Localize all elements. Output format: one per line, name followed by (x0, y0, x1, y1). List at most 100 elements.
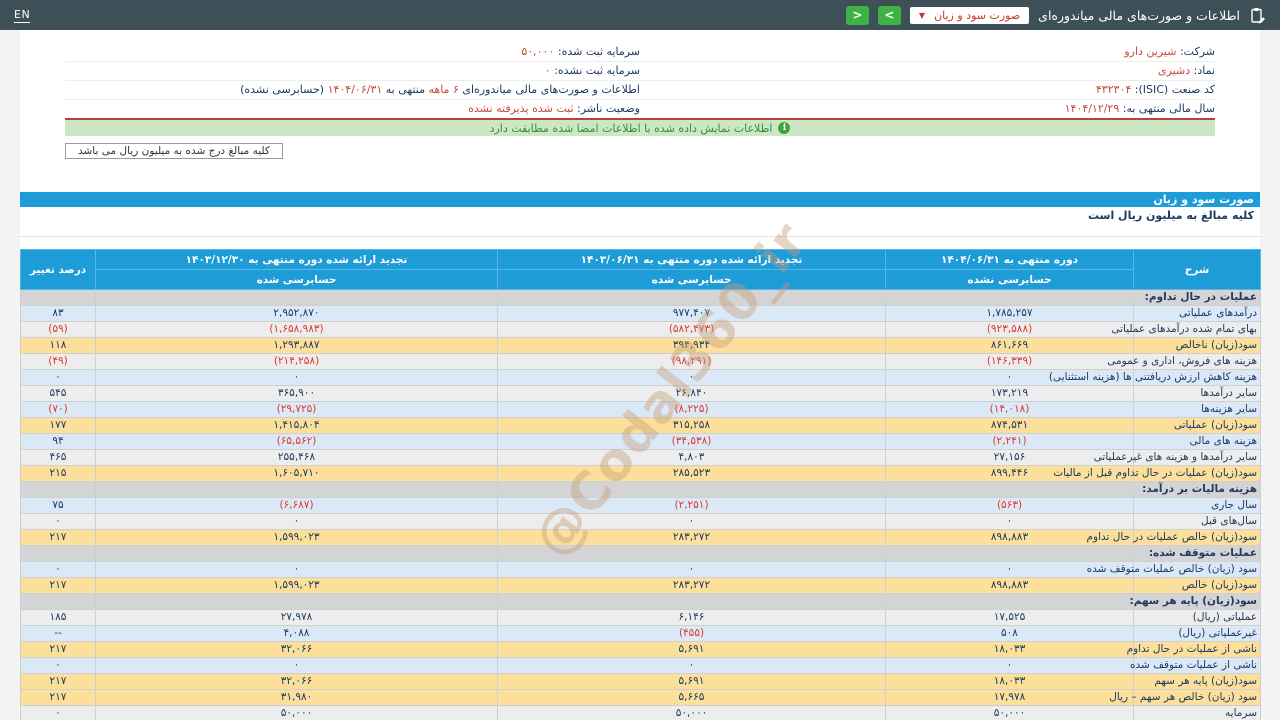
cell-period-restated-annual: (۶۵,۵۶۲) (96, 434, 498, 450)
section-row: عملیات متوقف شده: (21, 546, 1261, 562)
cell-period-restated-annual: ۰ (96, 370, 498, 386)
cell-period-restated-annual: (۲۹,۷۲۵) (96, 402, 498, 418)
cell-change-percent: ۹۴ (21, 434, 96, 450)
table-row: سود(زیان) ناخالص۸۶۱,۶۶۹۳۹۴,۹۳۴۱,۲۹۳,۸۸۷۱… (21, 338, 1261, 354)
info-row: شرکت: شیرین دارو سرمایه ثبت شده: ۵۰,۰۰۰ (65, 42, 1215, 61)
next-statement-button[interactable]: > (878, 6, 901, 25)
cell-change-percent: ۱۸۵ (21, 610, 96, 626)
cell-period-restated-6m (498, 594, 886, 610)
cell-period-current (886, 594, 1134, 610)
main-content: شرکت: شیرین دارو سرمایه ثبت شده: ۵۰,۰۰۰ … (20, 30, 1260, 720)
cell-period-restated-annual: ۲۵۵,۴۶۸ (96, 450, 498, 466)
info-row: سال مالی منتهی به: ۱۴۰۴/۱۲/۲۹ وضعیت ناشر… (65, 99, 1215, 118)
cell-description: سود(زیان) پایه هر سهم (1134, 674, 1261, 690)
cell-change-percent: ۰ (21, 370, 96, 386)
language-toggle[interactable]: EN (14, 8, 30, 23)
company-cell: شرکت: شیرین دارو (640, 42, 1215, 61)
cell-period-restated-annual: (۱,۶۵۸,۹۸۳) (96, 322, 498, 338)
cell-period-current: (۵۶۳) (886, 498, 1134, 514)
cell-period-restated-annual: ۰ (96, 514, 498, 530)
info-row: کد صنعت (ISIC): ۴۳۲۳۰۴ اطلاعات و صورت‌ها… (65, 80, 1215, 99)
cell-period-restated-annual (96, 290, 498, 306)
profit-loss-table: شرح دوره منتهی به ۱۴۰۴/۰۶/۳۱ تجدید ارائه… (20, 249, 1261, 720)
cell-period-restated-6m: ۴,۸۰۳ (498, 450, 886, 466)
cell-change-percent: ۲۱۵ (21, 466, 96, 482)
cell-period-restated-6m: ۰ (498, 514, 886, 530)
cell-period-restated-annual: ۳۶۵,۹۰۰ (96, 386, 498, 402)
registered-capital-cell: سرمایه ثبت شده: ۵۰,۰۰۰ (65, 42, 640, 61)
cell-period-restated-annual: ۰ (96, 562, 498, 578)
statement-title-bar: صورت سود و زیان (20, 192, 1260, 207)
cell-change-percent: ۱۷۷ (21, 418, 96, 434)
statement-type-dropdown[interactable]: صورت سود و زیان ▼ (910, 7, 1029, 24)
symbol-cell: نماد: دشیری (640, 61, 1215, 80)
cell-description: سایر هزینه‌ها (1134, 402, 1261, 418)
cell-change-percent: ۰ (21, 706, 96, 720)
cell-period-restated-annual: ۳۱,۹۸۰ (96, 690, 498, 706)
cell-period-current: (۹۲۳,۵۸۸) (886, 322, 1134, 338)
table-row: بهای تمام شده درآمدهای عملیاتی(۹۲۳,۵۸۸)(… (21, 322, 1261, 338)
cell-description: غیرعملیاتی (ریال) (1134, 626, 1261, 642)
period-statement-cell: اطلاعات و صورت‌های مالی میاندوره‌ای ۶ ما… (65, 80, 640, 99)
cell-description: سود (زیان) خالص هر سهم – ریال (1134, 690, 1261, 706)
table-row: عملیاتی (ریال)۱۷,۵۲۵۶,۱۴۶۲۷,۹۷۸۱۸۵ (21, 610, 1261, 626)
cell-period-current: (۱۴,۰۱۸) (886, 402, 1134, 418)
table-row: سود(زیان) خالص عملیات در حال تداوم۸۹۸,۸۸… (21, 530, 1261, 546)
table-row: ناشی از عملیات در حال تداوم۱۸,۰۳۳۵,۶۹۱۳۲… (21, 642, 1261, 658)
table-row: سود(زیان) پایه هر سهم۱۸,۰۳۳۵,۶۹۱۳۲,۰۶۶۲۱… (21, 674, 1261, 690)
cell-description: سود(زیان) عملیات در حال تداوم قبل از مال… (1134, 466, 1261, 482)
cell-period-restated-6m: ۰ (498, 562, 886, 578)
period-suffix: (حسابرسی نشده) (240, 83, 324, 96)
cell-period-current: ۱۷,۹۷۸ (886, 690, 1134, 706)
fiscal-year-value: ۱۴۰۴/۱۲/۲۹ (1065, 102, 1120, 115)
info-icon: i (778, 122, 790, 134)
cell-period-current: ۸۷۴,۵۳۱ (886, 418, 1134, 434)
divider (20, 236, 1260, 237)
cell-change-percent (21, 546, 96, 562)
table-row: سال‌های قبل۰۰۰۰ (21, 514, 1261, 530)
cell-period-current: ۰ (886, 514, 1134, 530)
isic-cell: کد صنعت (ISIC): ۴۳۲۳۰۴ (640, 80, 1215, 99)
cell-period-restated-annual (96, 546, 498, 562)
amounts-note-wrap: کلیه مبالغ درج شده به میلیون ریال می باش… (20, 136, 1260, 159)
cell-description: هزینه های فروش، اداری و عمومی (1134, 354, 1261, 370)
unit-note: کلیه مبالغ به میلیون ریال است (20, 207, 1260, 225)
table-header-row: شرح دوره منتهی به ۱۴۰۴/۰۶/۳۱ تجدید ارائه… (21, 250, 1261, 270)
period-middle: منتهی به (386, 83, 425, 96)
cell-description: هزینه مالیات بر درآمد: (1134, 482, 1261, 498)
previous-statement-button[interactable]: < (846, 6, 869, 25)
cell-period-current: ۱,۷۸۵,۲۵۷ (886, 306, 1134, 322)
cell-period-current (886, 546, 1134, 562)
statement-dropdown-value: صورت سود و زیان (934, 9, 1020, 22)
col-period-restated-annual: تجدید ارائه شده دوره منتهی به ۱۴۰۳/۱۲/۳۰ (96, 250, 498, 270)
table-row: سایر هزینه‌ها(۱۴,۰۱۸)(۸,۲۲۵)(۲۹,۷۲۵)(۷۰) (21, 402, 1261, 418)
cell-period-restated-6m: (۵۸۲,۴۷۳) (498, 322, 886, 338)
company-label: شرکت: (1180, 45, 1215, 58)
cell-period-restated-annual: ۱,۵۹۹,۰۲۳ (96, 530, 498, 546)
registered-capital-label: سرمایه ثبت شده: (558, 45, 640, 58)
cell-period-restated-annual: (۲۱۴,۲۵۸) (96, 354, 498, 370)
table-row: سال جاری(۵۶۳)(۲,۲۵۱)(۶,۶۸۷)۷۵ (21, 498, 1261, 514)
cell-period-restated-annual: ۱,۵۹۹,۰۲۳ (96, 578, 498, 594)
table-row: سود(زیان) عملیاتی۸۷۴,۵۳۱۳۱۵,۲۵۸۱,۴۱۵,۸۰۴… (21, 418, 1261, 434)
table-subheader-row: حسابرسی نشده حسابرسی شده حسابرسی شده (21, 270, 1261, 290)
cell-change-percent (21, 290, 96, 306)
cell-period-restated-6m: ۵,۶۶۵ (498, 690, 886, 706)
signed-match-text: اطلاعات نمایش داده شده با اطلاعات امضا ش… (490, 122, 773, 135)
col-period-restated-6m: تجدید ارائه شده دوره منتهی به ۱۴۰۳/۰۶/۳۱ (498, 250, 886, 270)
cell-change-percent: (۷۰) (21, 402, 96, 418)
cell-period-restated-6m: ۲۸۵,۵۲۳ (498, 466, 886, 482)
cell-period-current: ۱۸,۰۳۳ (886, 642, 1134, 658)
audit-restated-annual: حسابرسی شده (96, 270, 498, 290)
symbol-label: نماد: (1194, 64, 1215, 77)
cell-period-restated-6m: ۲۸۳,۲۷۲ (498, 530, 886, 546)
table-row: سایر درآمدها۱۷۳,۲۱۹۲۶,۸۴۰۳۶۵,۹۰۰۵۴۵ (21, 386, 1261, 402)
cell-description: سود(زیان) ناخالص (1134, 338, 1261, 354)
cell-period-current: ۸۶۱,۶۶۹ (886, 338, 1134, 354)
cell-period-restated-6m (498, 290, 886, 306)
registered-capital-value: ۵۰,۰۰۰ (521, 45, 554, 58)
chevron-down-icon: ▼ (919, 11, 925, 20)
cell-period-restated-6m: ۳۱۵,۲۵۸ (498, 418, 886, 434)
cell-period-restated-6m: ۰ (498, 370, 886, 386)
cell-period-restated-annual: ۰ (96, 658, 498, 674)
